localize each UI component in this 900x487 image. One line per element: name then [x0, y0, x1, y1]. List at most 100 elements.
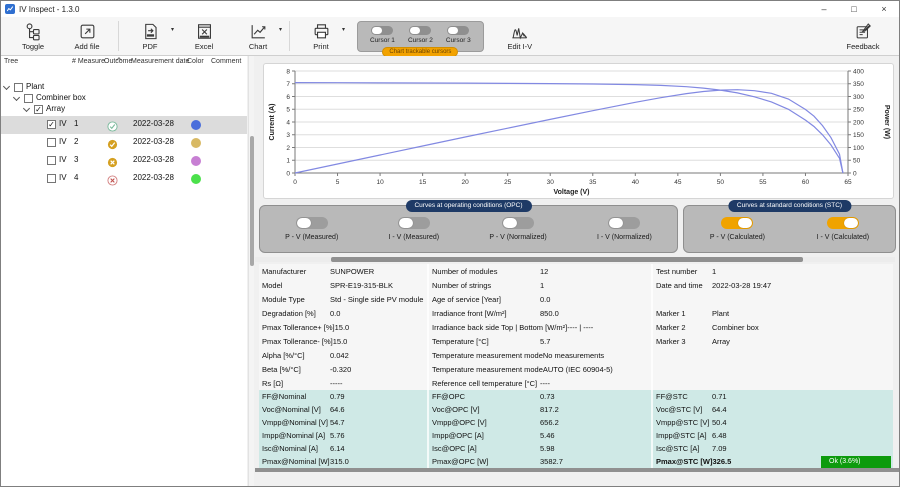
tree-row-iv-4[interactable]: IV42022-03-28	[1, 170, 247, 188]
pdf-button[interactable]: ▾PDF	[124, 19, 176, 54]
checkbox[interactable]: ✓	[47, 120, 56, 129]
feedback-label: Feedback	[847, 42, 880, 51]
checkbox[interactable]	[14, 83, 23, 92]
color-dot[interactable]	[191, 120, 201, 130]
detail-row: Reference cell temperature [°C]----	[429, 376, 651, 390]
toggle-icon	[24, 22, 43, 41]
detail-value: SPR-E19-315-BLK	[330, 281, 393, 290]
excel-button[interactable]: Excel	[178, 19, 230, 54]
detail-label: FF@OPC	[432, 392, 540, 401]
toggle-label: P - V (Measured)	[285, 234, 338, 241]
detail-label: Temperature [°C]	[432, 337, 540, 346]
minimize-button[interactable]: –	[809, 1, 839, 17]
scrollbar-thumb[interactable]	[331, 257, 803, 262]
detail-row	[653, 376, 893, 390]
tree-column-header-2[interactable]: Outcome	[104, 58, 132, 65]
curve-toggle[interactable]: P - V (Normalized)	[489, 217, 546, 241]
detail-label: Isc@STC [A]	[656, 444, 712, 453]
x-tick-label: 0	[293, 179, 297, 186]
scrollbar-thumb[interactable]	[250, 136, 254, 266]
toggle-button[interactable]: Toggle	[7, 19, 59, 54]
toggle-switch[interactable]	[502, 217, 534, 229]
tree-node-combiner-box[interactable]: Combiner box	[1, 93, 247, 104]
cursor-switch[interactable]	[409, 26, 431, 35]
print-button[interactable]: ▾Print	[295, 19, 347, 54]
detail-value: 64.4	[712, 405, 727, 414]
close-button[interactable]: ×	[869, 1, 899, 17]
color-dot[interactable]	[191, 138, 201, 148]
toggle-switch[interactable]	[398, 217, 430, 229]
curve-toggle[interactable]: P - V (Measured)	[285, 217, 338, 241]
maximize-button[interactable]: □	[839, 1, 869, 17]
tree-node-plant[interactable]: Plant	[1, 82, 247, 93]
checkbox[interactable]: ✓	[34, 105, 43, 114]
add-file-button[interactable]: Add file	[61, 19, 113, 54]
toggle-switch[interactable]	[608, 217, 640, 229]
checkbox[interactable]	[47, 138, 56, 147]
toggle-switch[interactable]	[827, 217, 859, 229]
tree-row-iv-1[interactable]: ✓IV12022-03-28	[1, 116, 247, 134]
y-left-tick-label: 3	[286, 132, 290, 139]
toggle-switch[interactable]	[721, 217, 753, 229]
detail-label: Reference cell temperature [°C]	[432, 379, 540, 388]
detail-label: Isc@Nominal [A]	[262, 444, 330, 453]
toggle-label: P - V (Calculated)	[710, 234, 765, 241]
expander-icon[interactable]	[13, 94, 20, 101]
horizontal-scrollbar[interactable]	[255, 257, 895, 262]
tree-row-iv-2[interactable]: IV22022-03-28	[1, 134, 247, 152]
detail-row: Alpha [%/°C]0.042	[259, 348, 427, 362]
measurement-label: IV	[59, 119, 67, 128]
curve-toggle[interactable]: P - V (Calculated)	[710, 217, 765, 241]
expander-icon[interactable]	[23, 105, 30, 112]
tree-vertical-scrollbar[interactable]	[248, 56, 254, 486]
window-controls: –□×	[809, 1, 899, 17]
y-right-tick-label: 350	[853, 81, 864, 88]
checkbox[interactable]	[24, 94, 33, 103]
color-dot[interactable]	[191, 156, 201, 166]
tree-column-header-5[interactable]: Comment	[211, 58, 241, 65]
detail-label: Test number	[656, 267, 712, 276]
detail-row: Date and time2022-03-28 19:47	[653, 278, 893, 292]
y-left-tick-label: 2	[286, 145, 290, 152]
color-dot[interactable]	[191, 174, 201, 184]
outcome-fail-icon	[107, 173, 118, 184]
detail-value: 850.0	[540, 309, 559, 318]
bottom-scrollbar[interactable]	[255, 468, 899, 472]
chart-button[interactable]: ▾Chart	[232, 19, 284, 54]
iv-chart[interactable]: 0510152025303540455055606501234567805010…	[265, 65, 892, 197]
feedback-button[interactable]: Feedback	[837, 19, 889, 54]
dropdown-caret-icon[interactable]: ▾	[279, 26, 282, 33]
detail-label: FF@STC	[656, 392, 712, 401]
chart-icon	[249, 22, 268, 41]
curve-toggle[interactable]: I - V (Measured)	[389, 217, 440, 241]
outcome-warn-check-icon	[107, 137, 118, 148]
checkbox[interactable]	[47, 156, 56, 165]
node-label: Plant	[26, 82, 44, 91]
detail-row: Irradiance back side Top | Bottom [W/m²]…	[429, 320, 651, 334]
checkbox[interactable]	[47, 174, 56, 183]
detail-row: Temperature [°C]5.7	[429, 334, 651, 348]
dropdown-caret-icon[interactable]: ▾	[171, 26, 174, 33]
x-tick-label: 35	[589, 179, 597, 186]
detail-label: Irradiance front [W/m²]	[432, 309, 540, 318]
section-toggles: P - V (Measured) I - V (Measured) P - V (N…	[260, 217, 677, 241]
toggle-switch[interactable]	[296, 217, 328, 229]
tree-column-header-4[interactable]: Color	[187, 58, 204, 65]
left-axis-title: Current (A)	[269, 104, 276, 141]
tree-node-array[interactable]: ✓Array	[1, 104, 247, 115]
tree-column-header-3[interactable]: Measurement date	[131, 58, 189, 65]
detail-value: Std - Single side PV module	[330, 295, 423, 304]
detail-label: Marker 3	[656, 337, 712, 346]
detail-label: Manufacturer	[262, 267, 330, 276]
tree-column-header-1[interactable]: # Measure	[72, 58, 105, 65]
edit-iv-button[interactable]: Edit I-V	[494, 19, 546, 54]
tree-row-iv-3[interactable]: IV32022-03-28	[1, 152, 247, 170]
tree-column-header-0[interactable]: Tree	[4, 58, 18, 65]
cursor-switch[interactable]	[371, 26, 393, 35]
curve-toggle[interactable]: I - V (Normalized)	[597, 217, 652, 241]
expander-icon[interactable]	[3, 83, 10, 90]
detail-value: 64.6	[330, 405, 345, 414]
cursor-switch[interactable]	[447, 26, 469, 35]
dropdown-caret-icon[interactable]: ▾	[342, 26, 345, 33]
curve-toggle[interactable]: I - V (Calculated)	[817, 217, 870, 241]
